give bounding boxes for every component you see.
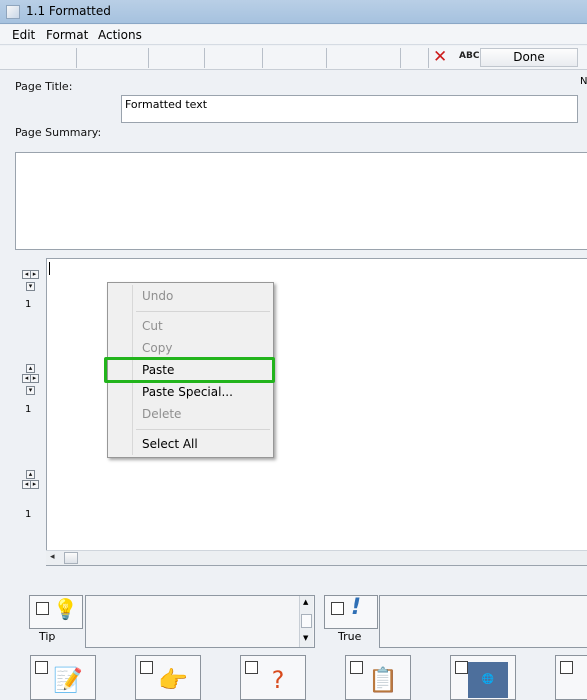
page-summary-input[interactable]	[15, 152, 587, 250]
true-text-area[interactable]	[379, 595, 587, 648]
toolbar-separator	[262, 48, 263, 68]
move-right-icon[interactable]: ▸	[30, 374, 39, 383]
toolbar: ✕ ABC Done	[0, 46, 587, 70]
row-number: 1	[25, 404, 32, 415]
scrollbar-thumb[interactable]	[64, 552, 78, 564]
tip-text-area[interactable]: ▲ ▼	[85, 595, 315, 648]
context-menu-paste-special[interactable]: Paste Special...	[142, 385, 233, 399]
scroll-left-icon[interactable]: ◂	[50, 552, 55, 562]
tip-vertical-scrollbar[interactable]: ▲ ▼	[299, 596, 313, 647]
tile-checkbox[interactable]	[35, 661, 48, 674]
notepad-pen-icon: 📝	[53, 666, 83, 694]
move-up-icon[interactable]: ▴	[26, 364, 35, 373]
app-icon	[6, 5, 20, 19]
move-right-icon[interactable]: ▸	[30, 270, 39, 279]
menu-actions[interactable]: Actions	[98, 28, 142, 42]
row-number: 1	[25, 509, 32, 520]
title-bar: 1.1 Formatted	[0, 0, 587, 24]
toolbar-separator	[76, 48, 77, 68]
tile-checkbox[interactable]	[245, 661, 258, 674]
true-widget[interactable]: !	[324, 595, 378, 629]
move-down-icon[interactable]: ▾	[26, 386, 35, 395]
move-right-icon[interactable]: ▸	[30, 480, 39, 489]
toolbar-separator	[428, 48, 429, 68]
move-up-icon[interactable]: ▴	[26, 470, 35, 479]
row-controls: ▴ ◂ ▸	[20, 470, 40, 500]
exclamation-icon: !	[351, 595, 362, 620]
tile-checkbox[interactable]	[140, 661, 153, 674]
tile-checkbox[interactable]	[560, 661, 573, 674]
toolbar-separator	[326, 48, 327, 68]
tile-checklist[interactable]: 📋	[345, 655, 411, 700]
tile-checkbox[interactable]	[455, 661, 468, 674]
checklist-icon: 📋	[368, 666, 398, 694]
page-title-label: Page Title:	[15, 80, 73, 93]
pointing-hand-icon: 👉	[158, 666, 188, 694]
toolbar-separator	[148, 48, 149, 68]
toolbar-separator	[400, 48, 401, 68]
lightbulb-icon: 💡	[53, 597, 78, 621]
row-number: 1	[25, 299, 32, 310]
tip-widget[interactable]: 💡	[29, 595, 83, 629]
context-menu-undo: Undo	[142, 289, 174, 303]
tip-checkbox[interactable]	[36, 602, 49, 615]
text-caret	[49, 262, 50, 275]
page-summary-label: Page Summary:	[15, 126, 102, 139]
context-menu-copy: Copy	[142, 341, 173, 355]
tile-document[interactable]	[555, 655, 587, 700]
context-menu-separator	[136, 429, 270, 430]
question-note-icon: ?	[271, 666, 285, 694]
close-icon[interactable]: ✕	[433, 49, 447, 66]
tip-label: Tip	[39, 630, 56, 643]
window-title: 1.1 Formatted	[26, 4, 111, 18]
menu-format[interactable]: Format	[46, 28, 88, 42]
scroll-down-icon[interactable]: ▼	[303, 634, 308, 642]
true-checkbox[interactable]	[331, 602, 344, 615]
done-button[interactable]: Done	[480, 48, 578, 67]
context-menu-delete: Delete	[142, 407, 182, 421]
spell-check-icon[interactable]: ABC	[459, 51, 479, 61]
tile-pointing-hand[interactable]: 👉	[135, 655, 201, 700]
scroll-up-icon[interactable]: ▲	[303, 598, 308, 606]
scrollbar-thumb[interactable]	[301, 614, 312, 628]
tile-web-page[interactable]: 🌐	[450, 655, 516, 700]
tile-notepad[interactable]: 📝	[30, 655, 96, 700]
context-menu-separator	[136, 311, 270, 312]
context-menu-cut: Cut	[142, 319, 163, 333]
web-page-icon: 🌐	[468, 662, 508, 698]
horizontal-scrollbar[interactable]: ◂	[46, 550, 587, 565]
tile-question[interactable]: ?	[240, 655, 306, 700]
tile-checkbox[interactable]	[350, 661, 363, 674]
paste-highlight	[104, 357, 275, 383]
true-label: True	[338, 630, 362, 643]
row-controls: ▴ ◂ ▸ ▾	[20, 364, 40, 404]
toolbar-separator	[204, 48, 205, 68]
move-down-icon[interactable]: ▾	[26, 282, 35, 291]
page-title-input[interactable]: Formatted text	[121, 95, 578, 123]
menu-edit[interactable]: Edit	[12, 28, 35, 42]
corner-label: N	[580, 76, 587, 87]
menu-bar: Edit Format Actions	[0, 25, 587, 45]
context-menu-select-all[interactable]: Select All	[142, 437, 198, 451]
